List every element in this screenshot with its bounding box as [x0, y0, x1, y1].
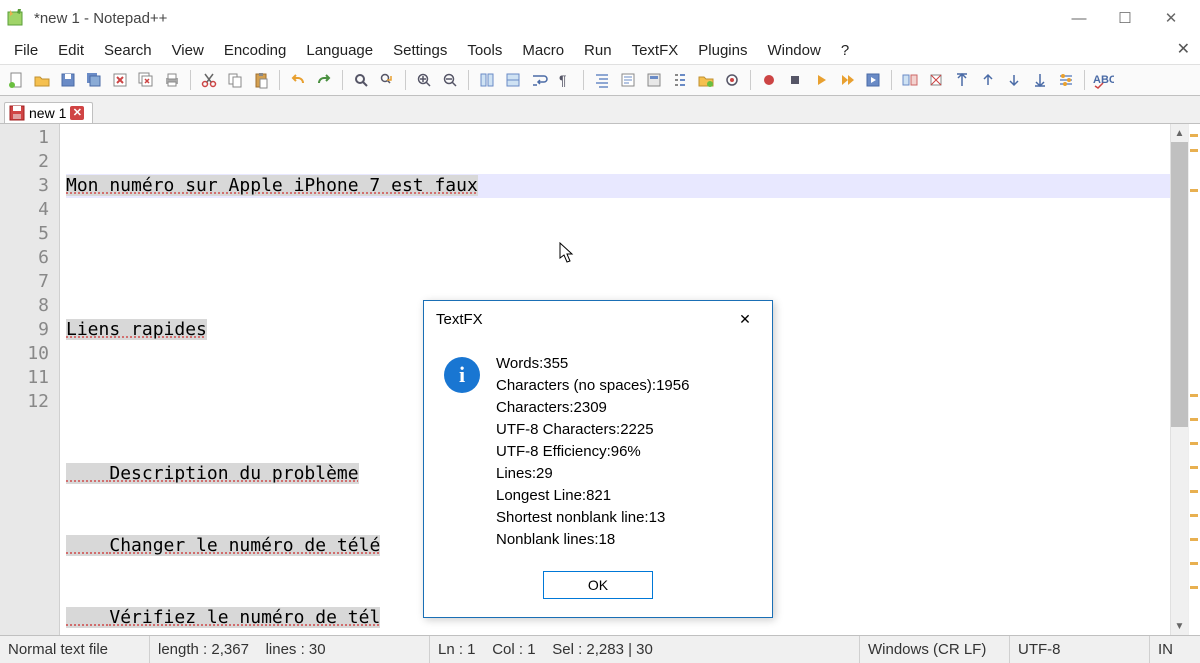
- svg-text:ABC: ABC: [1093, 74, 1114, 86]
- file-tab[interactable]: new 1 ✕: [4, 102, 93, 123]
- status-position: Ln : 1 Col : 1 Sel : 2,283 | 30: [430, 636, 860, 663]
- toolbar: ¶ ABC: [0, 64, 1200, 96]
- find-button[interactable]: [349, 68, 373, 92]
- menu-search[interactable]: Search: [94, 40, 162, 61]
- wrap-button[interactable]: [527, 68, 551, 92]
- function-list-button[interactable]: [668, 68, 692, 92]
- maximize-button[interactable]: ☐: [1102, 3, 1148, 33]
- statusbar: Normal text file length : 2,367 lines : …: [0, 635, 1200, 663]
- menu-language[interactable]: Language: [296, 40, 383, 61]
- prev-diff-button[interactable]: [976, 68, 1000, 92]
- ud-lang-button[interactable]: [616, 68, 640, 92]
- menu-plugins[interactable]: Plugins: [688, 40, 757, 61]
- menu-encoding[interactable]: Encoding: [214, 40, 297, 61]
- doc-map-button[interactable]: [642, 68, 666, 92]
- close-file-button[interactable]: [108, 68, 132, 92]
- titlebar: *new 1 - Notepad++ — ☐ ✕: [0, 0, 1200, 36]
- status-eol: Windows (CR LF): [860, 636, 1010, 663]
- clear-button[interactable]: [924, 68, 948, 92]
- menu-run[interactable]: Run: [574, 40, 622, 61]
- zoom-in-button[interactable]: [412, 68, 436, 92]
- window-title: *new 1 - Notepad++: [34, 10, 1056, 27]
- next-diff-button[interactable]: [1002, 68, 1026, 92]
- textfx-dialog: TextFX ✕ i Words:355 Characters (no spac…: [423, 300, 773, 618]
- file-tab-label: new 1: [29, 105, 66, 121]
- app-icon: [6, 8, 26, 28]
- record-macro-button[interactable]: [757, 68, 781, 92]
- dialog-close-button[interactable]: ✕: [730, 305, 760, 333]
- menu-window[interactable]: Window: [757, 40, 830, 61]
- folder-workspace-button[interactable]: [694, 68, 718, 92]
- marker-strip: [1188, 124, 1200, 635]
- stop-macro-button[interactable]: [783, 68, 807, 92]
- info-icon: i: [444, 357, 480, 393]
- menu-macro[interactable]: Macro: [512, 40, 574, 61]
- menu-help[interactable]: ?: [831, 40, 859, 61]
- play-macro-button[interactable]: [809, 68, 833, 92]
- menu-tools[interactable]: Tools: [457, 40, 512, 61]
- dialog-stats: Words:355 Characters (no spaces):1956 Ch…: [496, 353, 689, 551]
- compare-button[interactable]: [898, 68, 922, 92]
- line-numbers: 123456789101112: [0, 124, 60, 635]
- close-window-button[interactable]: ✕: [1148, 3, 1194, 33]
- ok-button[interactable]: OK: [543, 571, 653, 599]
- vertical-scrollbar[interactable]: ▲ ▼: [1170, 124, 1188, 635]
- last-diff-button[interactable]: [1028, 68, 1052, 92]
- play-multi-button[interactable]: [835, 68, 859, 92]
- scroll-up-arrow[interactable]: ▲: [1171, 124, 1188, 142]
- disk-icon: [9, 105, 25, 121]
- zoom-out-button[interactable]: [438, 68, 462, 92]
- status-mode: IN: [1150, 636, 1200, 663]
- editor-area: 123456789101112 Mon numéro sur Apple iPh…: [0, 124, 1200, 635]
- replace-button[interactable]: [375, 68, 399, 92]
- svg-text:¶: ¶: [559, 72, 567, 88]
- sync-h-button[interactable]: [501, 68, 525, 92]
- close-x-icon[interactable]: ✕: [1177, 39, 1190, 59]
- menu-settings[interactable]: Settings: [383, 40, 457, 61]
- save-macro-button[interactable]: [861, 68, 885, 92]
- first-diff-button[interactable]: [950, 68, 974, 92]
- undo-button[interactable]: [286, 68, 310, 92]
- menu-edit[interactable]: Edit: [48, 40, 94, 61]
- paste-button[interactable]: [249, 68, 273, 92]
- menubar: File Edit Search View Encoding Language …: [0, 36, 1200, 64]
- sync-v-button[interactable]: [475, 68, 499, 92]
- minimize-button[interactable]: —: [1056, 3, 1102, 33]
- cut-button[interactable]: [197, 68, 221, 92]
- file-tabs: new 1 ✕: [0, 96, 1200, 124]
- close-all-button[interactable]: [134, 68, 158, 92]
- save-button[interactable]: [56, 68, 80, 92]
- new-file-button[interactable]: [4, 68, 28, 92]
- open-file-button[interactable]: [30, 68, 54, 92]
- scroll-down-arrow[interactable]: ▼: [1171, 617, 1188, 635]
- spellcheck-button[interactable]: ABC: [1091, 68, 1115, 92]
- close-tab-button[interactable]: ✕: [70, 106, 84, 120]
- print-button[interactable]: [160, 68, 184, 92]
- menu-view[interactable]: View: [162, 40, 214, 61]
- copy-button[interactable]: [223, 68, 247, 92]
- show-all-chars-button[interactable]: ¶: [553, 68, 577, 92]
- status-encoding: UTF-8: [1010, 636, 1150, 663]
- status-filetype: Normal text file: [0, 636, 150, 663]
- scroll-thumb[interactable]: [1171, 142, 1188, 427]
- menu-textfx[interactable]: TextFX: [622, 40, 689, 61]
- menu-file[interactable]: File: [4, 40, 48, 61]
- indent-guide-button[interactable]: [590, 68, 614, 92]
- diff-opts-button[interactable]: [1054, 68, 1078, 92]
- monitor-button[interactable]: [720, 68, 744, 92]
- save-all-button[interactable]: [82, 68, 106, 92]
- status-length: length : 2,367 lines : 30: [150, 636, 430, 663]
- redo-button[interactable]: [312, 68, 336, 92]
- dialog-title: TextFX: [436, 311, 730, 328]
